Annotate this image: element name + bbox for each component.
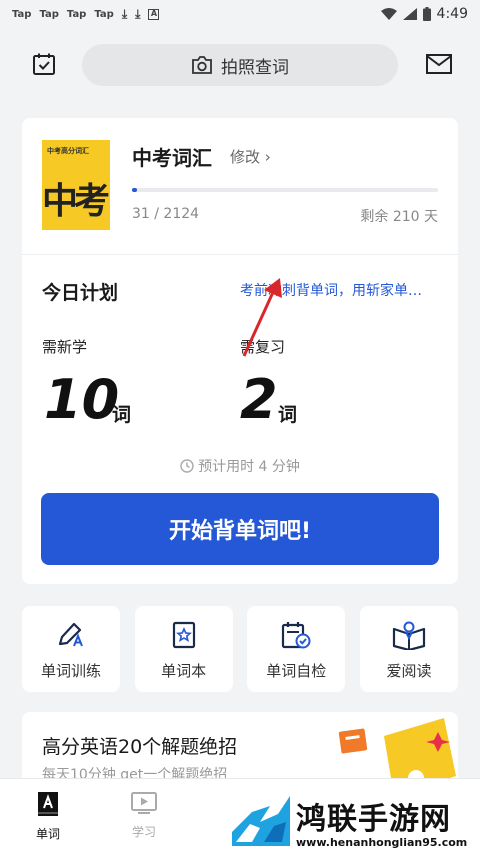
- tile-label: 单词本: [161, 662, 207, 680]
- tile-love-reading[interactable]: 爱阅读: [359, 606, 458, 692]
- battery-icon: [422, 7, 431, 21]
- tile-label: 单词训练: [40, 662, 101, 680]
- status-bar: Tap Tap Tap Tap ⤓ ⤓ A 4:49: [0, 0, 480, 28]
- annotation-arrow: [242, 278, 282, 357]
- tile-label: 爱阅读: [386, 662, 432, 680]
- plan-title: 今日计划: [42, 282, 119, 304]
- status-time: 4:49: [436, 6, 468, 22]
- promo-title: 高分英语20个解题绝招: [42, 736, 238, 758]
- signal-icon: [402, 8, 417, 20]
- tile-word-notebook[interactable]: 单词本: [134, 606, 233, 692]
- tile-self-check[interactable]: 单词自检: [247, 606, 346, 692]
- estimated-time: 预计用时 4 分钟: [22, 456, 458, 476]
- calendar-check-icon[interactable]: [32, 52, 56, 76]
- estimated-time-label: 预计用时 4 分钟: [198, 459, 300, 475]
- watermark: 鸿联手游网 www.henanhonglian95.com: [224, 786, 480, 855]
- camera-icon: [192, 56, 212, 74]
- open-book-icon: [392, 621, 426, 650]
- watermark-logo: [232, 796, 290, 846]
- status-tap-label: Tap: [12, 8, 32, 20]
- new-words-label: 需新学: [42, 338, 88, 356]
- status-tap-label: Tap: [39, 8, 59, 20]
- book-cover-title: 中考高分词汇: [47, 147, 89, 155]
- tile-label: 单词自检: [266, 662, 327, 680]
- new-words-unit: 词: [112, 404, 132, 426]
- wifi-icon: [380, 8, 397, 20]
- edit-book-link[interactable]: 修改 ›: [230, 146, 271, 167]
- download-icon: ⤓: [121, 6, 128, 21]
- video-icon: [131, 792, 157, 814]
- book-cover[interactable]: 中考高分词汇 中考: [42, 140, 110, 230]
- notebook-icon: [172, 621, 195, 649]
- watermark-name: 鸿联手游网: [296, 802, 451, 837]
- review-words-count: 2: [240, 368, 278, 431]
- tab-label: 学习: [131, 825, 156, 839]
- words-book-icon: [38, 792, 58, 816]
- a-notification-icon: A: [148, 8, 160, 20]
- divider: [22, 254, 458, 255]
- tab-words[interactable]: 单词: [18, 791, 78, 842]
- review-words-unit: 词: [278, 404, 298, 426]
- feature-tiles: 单词训练 单词本 单词自检 爱阅读: [22, 606, 458, 692]
- mail-icon[interactable]: [426, 54, 452, 74]
- calendar-check-icon: [282, 622, 311, 649]
- watermark-url: www.henanhonglian95.com: [296, 836, 468, 849]
- progress-count: 31 / 2124: [132, 206, 200, 222]
- book-progress-bar: [132, 188, 438, 192]
- photo-search-label: 拍照查词: [221, 57, 289, 78]
- start-studying-button[interactable]: 开始背单词吧!: [41, 493, 439, 565]
- pencil-icon: [58, 622, 83, 647]
- status-tap-label: Tap: [94, 8, 114, 20]
- book-cover-big-text: 中考: [42, 181, 110, 222]
- tab-study[interactable]: 学习: [114, 791, 174, 840]
- photo-search-button[interactable]: 拍照查词: [82, 44, 398, 86]
- book-progress-fill: [132, 188, 137, 192]
- top-bar: 拍照查词: [0, 40, 480, 90]
- days-left: 剩余 210 天: [360, 209, 438, 225]
- new-words-count: 10: [44, 368, 120, 431]
- clock-icon: [180, 459, 194, 473]
- tile-word-training[interactable]: 单词训练: [22, 606, 120, 692]
- study-plan-card: 中考高分词汇 中考 中考词汇 修改 › 31 / 2124 剩余 210 天 今…: [22, 118, 458, 584]
- book-title: 中考词汇: [132, 146, 212, 170]
- download-icon: ⤓: [135, 6, 141, 21]
- status-tap-label: Tap: [66, 8, 87, 20]
- tab-label: 单词: [35, 827, 60, 841]
